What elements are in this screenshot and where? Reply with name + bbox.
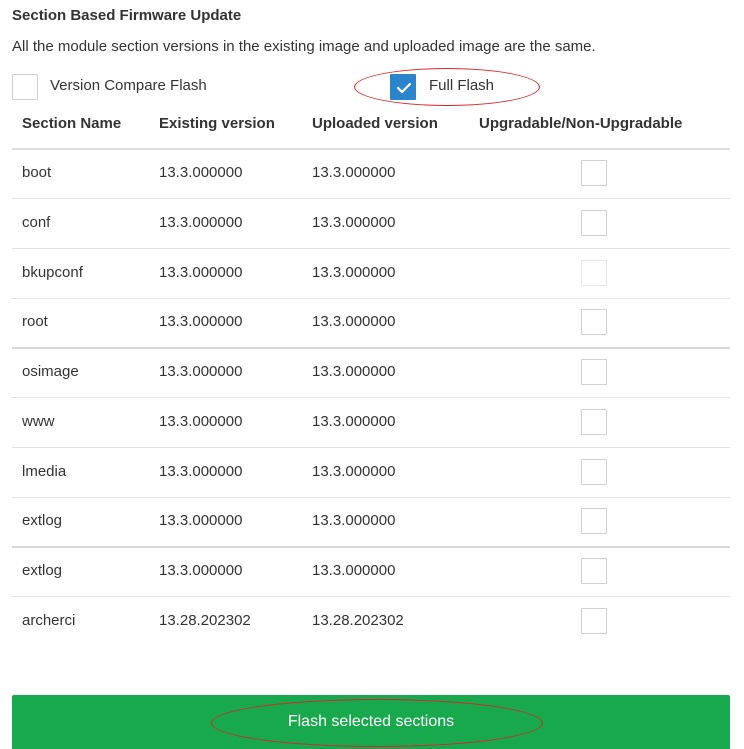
uploaded-version-cell: 13.3.000000	[312, 413, 396, 430]
uploaded-version-cell: 13.28.202302	[312, 612, 404, 629]
status-message: All the module section versions in the e…	[12, 38, 596, 55]
section-name-cell: boot	[22, 164, 52, 181]
uploaded-version-cell: 13.3.000000	[312, 214, 396, 231]
full-flash-label: Full Flash	[429, 77, 495, 94]
table-row: bkupconf 13.3.000000 13.3.000000	[12, 249, 730, 299]
section-name-cell: osimage	[22, 363, 79, 380]
section-select-checkbox[interactable]	[581, 459, 607, 485]
version-compare-flash-checkbox[interactable]	[12, 74, 38, 100]
section-name-cell: extlog	[22, 562, 63, 579]
column-header-upgradable: Upgradable/Non-Upgradable	[479, 115, 683, 132]
existing-version-cell: 13.3.000000	[159, 164, 243, 181]
existing-version-cell: 13.3.000000	[159, 264, 243, 281]
section-name-cell: archerci	[22, 612, 76, 629]
existing-version-cell: 13.3.000000	[159, 413, 243, 430]
section-name-cell: root	[22, 313, 48, 330]
table-row: extlog 13.3.000000 13.3.000000	[12, 497, 730, 548]
section-select-checkbox[interactable]	[581, 409, 607, 435]
column-header-section-name: Section Name	[22, 115, 122, 132]
section-name-cell: www	[22, 413, 55, 430]
section-select-checkbox[interactable]	[581, 309, 607, 335]
existing-version-cell: 13.3.000000	[159, 214, 243, 231]
table-row: osimage 13.3.000000 13.3.000000	[12, 348, 730, 398]
section-select-checkbox[interactable]	[581, 508, 607, 534]
page-title: Section Based Firmware Update	[12, 7, 242, 24]
column-header-uploaded-version: Uploaded version	[312, 115, 438, 132]
table-row: extlog 13.3.000000 13.3.000000	[12, 547, 730, 597]
table-row: archerci 13.28.202302 13.28.202302	[12, 597, 730, 646]
section-name-cell: conf	[22, 214, 51, 231]
section-name-cell: bkupconf	[22, 264, 83, 281]
existing-version-cell: 13.3.000000	[159, 463, 243, 480]
uploaded-version-cell: 13.3.000000	[312, 164, 396, 181]
table-row: root 13.3.000000 13.3.000000	[12, 298, 730, 349]
table-row: conf 13.3.000000 13.3.000000	[12, 199, 730, 249]
section-select-checkbox[interactable]	[581, 160, 607, 186]
table-row: lmedia 13.3.000000 13.3.000000	[12, 448, 730, 498]
section-select-checkbox[interactable]	[581, 260, 607, 286]
uploaded-version-cell: 13.3.000000	[312, 512, 396, 529]
existing-version-cell: 13.28.202302	[159, 612, 251, 629]
existing-version-cell: 13.3.000000	[159, 313, 243, 330]
checkmark-icon	[396, 82, 412, 94]
section-name-cell: lmedia	[22, 463, 67, 480]
uploaded-version-cell: 13.3.000000	[312, 562, 396, 579]
existing-version-cell: 13.3.000000	[159, 363, 243, 380]
uploaded-version-cell: 13.3.000000	[312, 264, 396, 281]
table-row: boot 13.3.000000 13.3.000000	[12, 149, 730, 199]
version-compare-flash-label: Version Compare Flash	[50, 77, 207, 94]
section-select-checkbox[interactable]	[581, 359, 607, 385]
table-header: Section Name Existing version Uploaded v…	[12, 108, 730, 150]
uploaded-version-cell: 13.3.000000	[312, 363, 396, 380]
section-select-checkbox[interactable]	[581, 608, 607, 634]
full-flash-checkbox[interactable]	[390, 74, 416, 100]
uploaded-version-cell: 13.3.000000	[312, 463, 396, 480]
section-select-checkbox[interactable]	[581, 210, 607, 236]
flash-selected-sections-button[interactable]: Flash selected sections	[12, 695, 730, 749]
table-row: www 13.3.000000 13.3.000000	[12, 398, 730, 448]
column-header-existing-version: Existing version	[159, 115, 275, 132]
existing-version-cell: 13.3.000000	[159, 512, 243, 529]
existing-version-cell: 13.3.000000	[159, 562, 243, 579]
section-select-checkbox[interactable]	[581, 558, 607, 584]
uploaded-version-cell: 13.3.000000	[312, 313, 396, 330]
section-name-cell: extlog	[22, 512, 63, 529]
